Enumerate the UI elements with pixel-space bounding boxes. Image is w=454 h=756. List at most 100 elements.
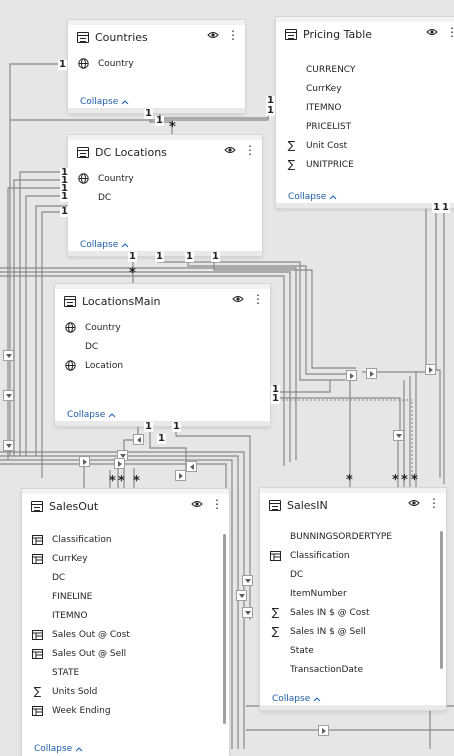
- eye-icon[interactable]: [232, 294, 244, 304]
- collapse-label: Collapse: [67, 410, 106, 420]
- filter-direction-down-icon[interactable]: [3, 390, 14, 401]
- filter-direction-down-icon[interactable]: [242, 575, 253, 586]
- collapse-link[interactable]: Collapse: [34, 744, 88, 754]
- field-row[interactable]: Country: [68, 54, 245, 73]
- field-row[interactable]: Classification: [260, 546, 446, 565]
- field-name: STATE: [52, 667, 80, 678]
- cardinality-many-marker: *: [346, 473, 353, 488]
- filter-direction-right-icon[interactable]: [79, 456, 90, 467]
- filter-direction-right-icon[interactable]: [114, 458, 125, 469]
- chevron-up-icon: [329, 195, 337, 200]
- field-name: Week Ending: [52, 705, 111, 716]
- globe-icon: [64, 321, 77, 334]
- field-row[interactable]: ∑ Sales IN $ @ Cost: [260, 603, 446, 622]
- card-header[interactable]: SalesIN ⋮: [260, 493, 446, 517]
- cardinality-one-marker: 1: [266, 105, 275, 116]
- more-options-icon[interactable]: ⋮: [227, 29, 239, 41]
- filter-direction-down-icon[interactable]: [3, 440, 14, 451]
- field-name: Classification: [52, 534, 112, 545]
- eye-icon[interactable]: [224, 145, 236, 155]
- field-row[interactable]: CurrKey: [276, 79, 454, 98]
- cardinality-many-marker: *: [392, 473, 399, 488]
- field-row[interactable]: Classification: [22, 530, 229, 549]
- chevron-up-icon: [121, 243, 129, 248]
- field-row[interactable]: ∑ Sales IN $ @ Sell: [260, 622, 446, 641]
- cardinality-one-marker: 1: [144, 421, 153, 432]
- table-card-sales-in[interactable]: SalesIN ⋮ BUNNINGSORDERTYPE Classificati…: [260, 488, 446, 710]
- field-row[interactable]: DC: [68, 188, 262, 207]
- cardinality-one-marker: 1: [185, 251, 194, 262]
- card-header[interactable]: DC Locations ⋮: [68, 140, 262, 164]
- cardinality-one-marker: 1: [441, 202, 450, 213]
- field-row[interactable]: Country: [68, 169, 262, 188]
- field-row[interactable]: TransactionDate: [260, 660, 446, 679]
- field-row[interactable]: ITEMNO: [276, 98, 454, 117]
- field-row[interactable]: DC: [22, 568, 229, 587]
- filter-direction-right-icon[interactable]: [346, 370, 357, 381]
- card-header[interactable]: Countries ⋮: [68, 25, 245, 49]
- sigma-icon: ∑: [271, 625, 280, 638]
- table-card-pricing-table[interactable]: Pricing Table ⋮ CURRENCY CurrKey ITEMNO …: [276, 17, 454, 208]
- scrollbar[interactable]: [440, 531, 443, 669]
- filter-direction-down-icon[interactable]: [242, 607, 253, 618]
- field-row[interactable]: ∑ Units Sold: [22, 682, 229, 701]
- table-card-countries[interactable]: Countries ⋮ Country Collapse: [68, 20, 245, 113]
- field-row[interactable]: PRICELIST: [276, 117, 454, 136]
- eye-icon[interactable]: [426, 27, 438, 37]
- filter-direction-right-icon[interactable]: [318, 725, 329, 736]
- field-row[interactable]: State: [260, 641, 446, 660]
- card-header[interactable]: LocationsMain ⋮: [55, 289, 270, 313]
- filter-direction-down-icon[interactable]: [236, 590, 247, 601]
- more-options-icon[interactable]: ⋮: [252, 293, 264, 305]
- field-row[interactable]: ∑ UNITPRICE: [276, 155, 454, 174]
- table-card-sales-out[interactable]: SalesOut ⋮ Classification CurrKey DC FIN…: [22, 489, 229, 756]
- field-row[interactable]: ITEMNO: [22, 606, 229, 625]
- field-row[interactable]: ItemNumber: [260, 584, 446, 603]
- eye-icon[interactable]: [191, 499, 203, 509]
- scrollbar[interactable]: [223, 534, 226, 724]
- collapse-link[interactable]: Collapse: [80, 97, 129, 107]
- table-card-dc-locations[interactable]: DC Locations ⋮ Country DC Collapse: [68, 135, 262, 256]
- table-card-locations-main[interactable]: LocationsMain ⋮ Country DC Location Coll…: [55, 284, 270, 426]
- filter-direction-down-icon[interactable]: [393, 430, 404, 441]
- eye-icon[interactable]: [207, 30, 219, 40]
- collapse-link[interactable]: Collapse: [67, 410, 116, 420]
- collapse-link[interactable]: Collapse: [288, 192, 337, 202]
- more-options-icon[interactable]: ⋮: [428, 497, 440, 509]
- more-options-icon[interactable]: ⋮: [211, 498, 223, 510]
- filter-direction-right-icon[interactable]: [366, 368, 377, 379]
- field-row[interactable]: BUNNINGSORDERTYPE: [260, 527, 446, 546]
- field-name: Sales Out @ Sell: [52, 648, 127, 659]
- field-row[interactable]: Location: [55, 356, 270, 375]
- more-options-icon[interactable]: ⋮: [244, 144, 256, 156]
- field-row[interactable]: FINELINE: [22, 587, 229, 606]
- collapse-link[interactable]: Collapse: [80, 240, 129, 250]
- collapse-link[interactable]: Collapse: [272, 694, 321, 704]
- field-row[interactable]: ∑ Unit Cost: [276, 136, 454, 155]
- field-row[interactable]: CurrKey: [22, 549, 229, 568]
- cardinality-one-marker: 1: [271, 393, 280, 404]
- field-row[interactable]: Country: [55, 318, 270, 337]
- field-row[interactable]: Sales Out @ Sell: [22, 644, 229, 663]
- eye-icon[interactable]: [408, 498, 420, 508]
- filter-direction-left-icon[interactable]: [186, 461, 197, 472]
- field-row[interactable]: CURRENCY: [276, 60, 454, 79]
- field-row[interactable]: Week Ending: [22, 701, 229, 720]
- cardinality-one-marker: 1: [58, 59, 67, 70]
- field-row[interactable]: Sales Out @ Cost: [22, 625, 229, 644]
- field-row[interactable]: DC: [260, 565, 446, 584]
- field-row[interactable]: STATE: [22, 663, 229, 682]
- card-header[interactable]: Pricing Table ⋮: [276, 22, 454, 46]
- field-name: Country: [98, 58, 134, 69]
- sigma-icon: ∑: [33, 685, 42, 698]
- filter-direction-right-icon[interactable]: [175, 470, 186, 481]
- field-row[interactable]: DC: [55, 337, 270, 356]
- card-header[interactable]: SalesOut ⋮: [22, 494, 229, 518]
- field-name: CurrKey: [52, 553, 88, 564]
- card-title: Countries: [95, 30, 148, 44]
- filter-direction-down-icon[interactable]: [3, 350, 14, 361]
- filter-direction-left-icon[interactable]: [133, 434, 144, 445]
- collapse-label: Collapse: [34, 744, 73, 754]
- filter-direction-right-icon[interactable]: [425, 364, 436, 375]
- more-options-icon[interactable]: ⋮: [446, 26, 454, 38]
